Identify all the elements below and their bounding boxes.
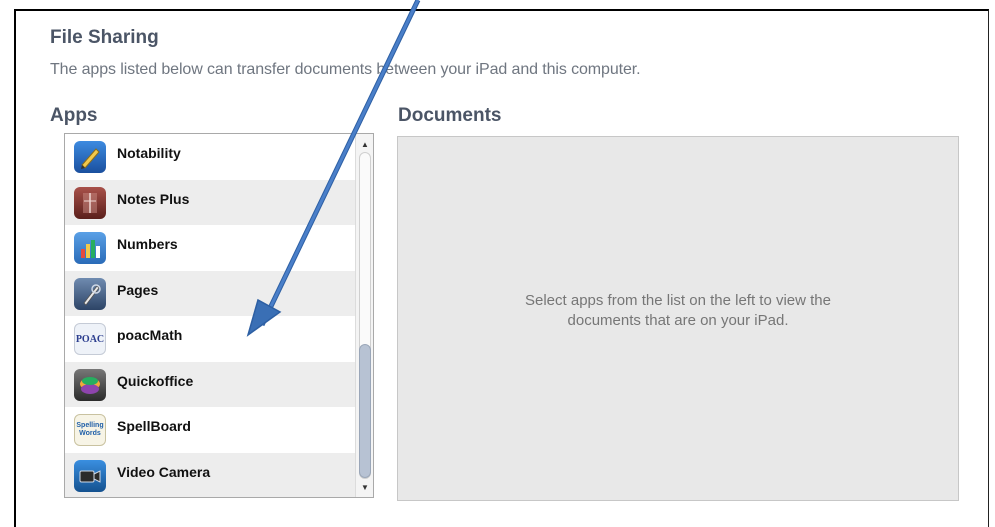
section-title: File Sharing xyxy=(50,27,159,48)
app-name: Notability xyxy=(117,145,181,161)
poac-logo-text: POAC xyxy=(75,333,105,345)
scroll-up-arrow-icon[interactable]: ▲ xyxy=(356,136,373,152)
documents-empty-message-text: Select apps from the list on the left to… xyxy=(525,292,831,329)
section-description: The apps listed below can transfer docum… xyxy=(50,61,641,78)
documents-empty-message: Select apps from the list on the left to… xyxy=(398,291,958,331)
quickoffice-icon xyxy=(74,368,106,401)
spellboard-icon-text-1: Spelling xyxy=(76,422,104,429)
list-item-notes-plus[interactable]: Notes Plus xyxy=(65,179,355,225)
list-item-spellboard[interactable]: Spelling Words SpellBoard xyxy=(65,407,355,453)
app-name: Quickoffice xyxy=(117,372,194,389)
documents-column-heading: Documents xyxy=(398,105,502,126)
notes-plus-icon xyxy=(74,186,106,219)
spellboard-icon: Spelling Words xyxy=(74,414,106,446)
apps-list[interactable]: Notability Notes Plus Numbers Pages POAC… xyxy=(64,133,374,498)
spellboard-icon-text-2: Words xyxy=(79,430,101,437)
app-name: Video Camera xyxy=(117,463,211,480)
app-name: Notes Plus xyxy=(117,190,190,207)
list-item-pages[interactable]: Pages xyxy=(65,270,355,316)
pages-icon xyxy=(74,277,106,310)
video-camera-icon xyxy=(74,459,106,492)
list-item-quickoffice[interactable]: Quickoffice xyxy=(65,361,355,407)
app-name: poacMath xyxy=(117,327,183,343)
poacmath-icon: POAC xyxy=(74,323,106,355)
numbers-icon xyxy=(74,232,106,264)
apps-column-heading: Apps xyxy=(50,105,98,126)
apps-list-scrollbar[interactable]: ▲ ▼ xyxy=(355,134,373,497)
app-name: Pages xyxy=(117,281,159,298)
list-item-poacmath[interactable]: POAC poacMath xyxy=(65,316,355,362)
list-item-notability[interactable]: Notability xyxy=(65,134,355,180)
app-name: Numbers xyxy=(117,236,178,252)
notability-icon xyxy=(74,141,106,173)
list-item-numbers[interactable]: Numbers xyxy=(65,225,355,271)
list-item-video-camera[interactable]: Video Camera xyxy=(65,452,355,497)
scroll-down-arrow-icon[interactable]: ▼ xyxy=(356,479,373,495)
documents-panel: Select apps from the list on the left to… xyxy=(397,136,959,501)
scroll-thumb[interactable] xyxy=(359,344,371,478)
app-name: SpellBoard xyxy=(117,418,191,434)
